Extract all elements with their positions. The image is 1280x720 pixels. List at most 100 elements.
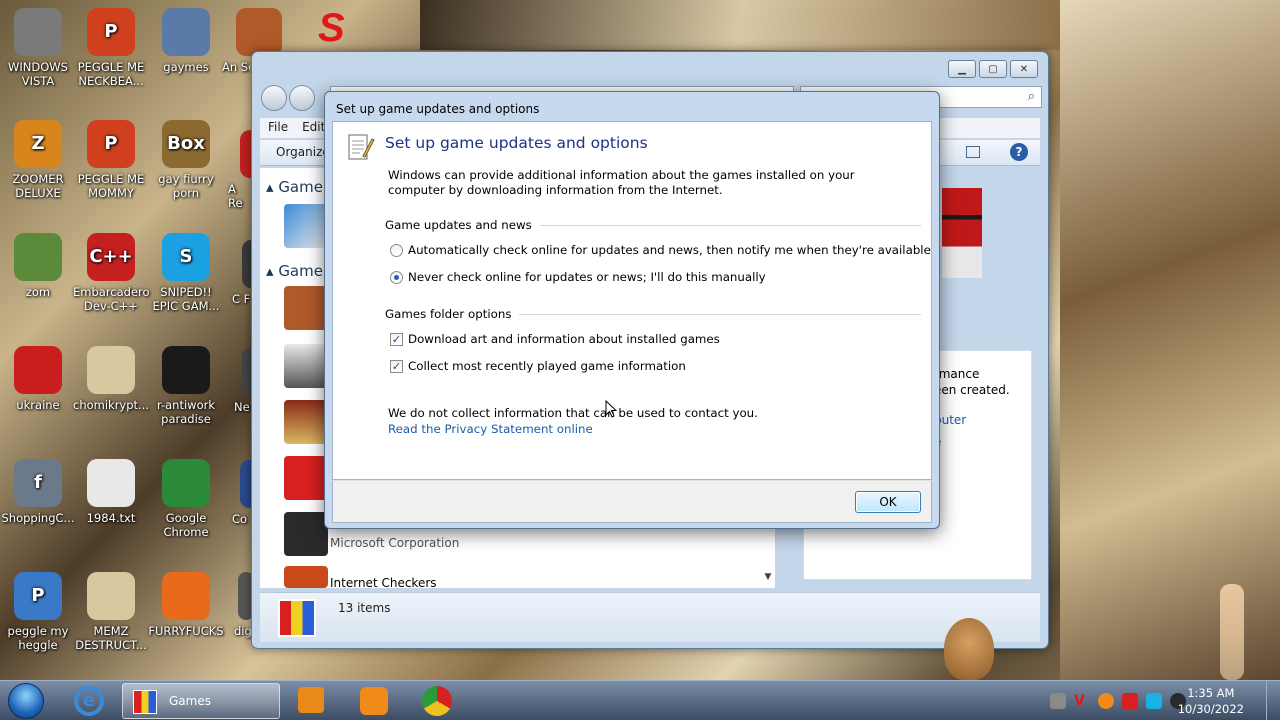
desktop-icon[interactable]: zom	[0, 233, 76, 299]
radio-never-label: Never check online for updates or news; …	[408, 270, 766, 284]
desktop-icon-image	[87, 346, 135, 394]
desktop-icon-label: peggle my heggle	[7, 624, 69, 652]
game-icon-chess[interactable]	[284, 344, 328, 388]
tray-icon[interactable]	[1098, 693, 1114, 709]
checkbox[interactable]: ✓	[390, 359, 403, 373]
desktop-icon-label: MEMZ DESTRUCT...	[75, 624, 147, 652]
back-button[interactable]	[261, 85, 287, 111]
group-header-games[interactable]: ▴ Games	[266, 262, 331, 280]
window-controls: ▁ ▢ ✕	[948, 60, 1038, 78]
desktop-icon[interactable]: gaymes	[148, 8, 224, 74]
publisher-label: Microsoft Corporation	[330, 536, 460, 550]
privacy-statement-link[interactable]: Read the Privacy Statement online	[388, 422, 593, 436]
internet-explorer-icon[interactable]: e	[74, 686, 104, 716]
desktop-icon-partial[interactable]: dig	[234, 572, 254, 638]
desktop-icon-image: f	[14, 459, 62, 507]
desktop-icon-image	[162, 572, 210, 620]
tray-icon[interactable]	[1146, 693, 1162, 709]
desktop-icon-partial[interactable]: Co	[232, 460, 258, 526]
hamster-mascot	[944, 618, 994, 680]
speed-s-logo[interactable]: S	[318, 6, 345, 51]
minimize-button[interactable]: ▁	[948, 60, 976, 78]
desktop-icon-label: FURRYFUCKS	[148, 624, 224, 638]
desktop-icon-image	[14, 233, 62, 281]
desktop-icon[interactable]: 1984.txt	[73, 459, 149, 525]
desktop-icon[interactable]: P PEGGLE ME NECKBEA...	[73, 8, 149, 88]
desktop-icon[interactable]: Ppeggle my heggle	[0, 572, 76, 652]
checkbox-collect-recent[interactable]: ✓ Collect most recently played game info…	[390, 359, 686, 373]
game-icon-backgammon[interactable]	[284, 512, 328, 556]
desktop-icon-label: Embarcadero Dev-C++	[73, 285, 150, 313]
divider	[519, 313, 921, 315]
desktop-icon-image	[14, 8, 62, 56]
desktop-icon-image: C++	[87, 233, 135, 281]
media-player-icon[interactable]	[298, 687, 324, 713]
desktop-icon-partial[interactable]: A Re	[228, 130, 260, 210]
dialog-body: Set up game updates and options Windows …	[332, 121, 932, 480]
desktop-icon-image: P	[87, 8, 135, 56]
desktop-icon-label: PEGGLE ME MOMMY	[77, 172, 145, 200]
desktop-icon[interactable]: C++ Embarcadero Dev-C++	[73, 233, 150, 313]
status-bar: 13 items	[260, 592, 1040, 642]
section-updates: Game updates and news	[385, 218, 921, 232]
uc-browser-icon[interactable]	[360, 687, 388, 715]
desktop-icon-label: ZOOMER DELUXE	[12, 172, 64, 200]
radio-auto-check[interactable]: Automatically check online for updates a…	[390, 243, 931, 257]
clock-date: 10/30/2022	[1177, 702, 1244, 716]
desktop-icon[interactable]: Box gay fiurry porn	[148, 120, 224, 200]
radio-never-check[interactable]: Never check online for updates or news; …	[390, 270, 766, 284]
desktop-icon[interactable]: FURRYFUCKS	[148, 572, 224, 638]
game-icon-hearts[interactable]	[284, 456, 328, 500]
desktop-icon-label: ukraine	[16, 398, 60, 412]
organize-button[interactable]: Organize	[276, 145, 330, 159]
checkbox-collect-label: Collect most recently played game inform…	[408, 359, 686, 373]
desktop-icon[interactable]: WINDOWS VISTA	[0, 8, 76, 88]
tray-icon[interactable]	[1122, 693, 1138, 709]
dialog-footer: OK	[332, 480, 932, 523]
ok-button[interactable]: OK	[855, 491, 921, 513]
radio-button-selected[interactable]	[390, 270, 403, 284]
forward-button[interactable]	[289, 85, 315, 111]
start-button[interactable]	[8, 683, 44, 719]
desktop-icon-label: r-antiwork paradise	[156, 398, 215, 426]
maximize-button[interactable]: ▢	[979, 60, 1007, 78]
clock[interactable]: 1:35 AM 10/30/2022	[1178, 685, 1244, 717]
desktop-icon[interactable]: P PEGGLE ME MOMMY	[73, 120, 149, 200]
tray-icon[interactable]	[1050, 693, 1066, 709]
game-icon-checkers[interactable]	[284, 566, 328, 588]
settings-notepad-icon	[348, 134, 375, 160]
menu-file[interactable]: File	[268, 120, 288, 136]
chrome-icon[interactable]	[422, 686, 452, 716]
game-name-internet-checkers[interactable]: Internet Checkers	[330, 576, 437, 590]
desktop-icon[interactable]: ukraine	[0, 346, 76, 412]
desktop-icon[interactable]: Google Chrome	[148, 459, 224, 539]
show-desktop-button[interactable]	[1266, 681, 1280, 720]
help-icon[interactable]: ?	[1010, 143, 1028, 161]
desktop-icon-partial[interactable]: C F	[232, 240, 260, 306]
game-icon-seasons[interactable]	[284, 286, 328, 330]
desktop-icon[interactable]: chomikrypt...	[73, 346, 149, 412]
desktop-icon[interactable]: S SNIPED!! EPIC GAM...	[148, 233, 224, 313]
desktop-icon-label: ShoppingC...	[1, 511, 75, 525]
desktop-icon-label: gay fiurry porn	[158, 172, 214, 200]
game-icon-puzzle[interactable]	[284, 204, 328, 248]
desktop-icon-partial[interactable]: Ne	[234, 348, 258, 414]
view-toggle-icon[interactable]	[966, 146, 980, 158]
desktop-icon[interactable]: Z ZOOMER DELUXE	[0, 120, 76, 200]
tray-icon[interactable]: V	[1074, 693, 1090, 709]
group-header-game[interactable]: ▴ Game	[266, 178, 323, 196]
desktop-icon[interactable]: MEMZ DESTRUCT...	[73, 572, 149, 652]
game-icon-cards[interactable]	[284, 400, 328, 444]
scrollbar-down-arrow[interactable]: ▼	[761, 572, 775, 586]
menu-edit[interactable]: Edit	[302, 120, 325, 136]
desktop-icon[interactable]: f ShoppingC...	[0, 459, 76, 525]
taskbar-button-games[interactable]: Games	[122, 683, 280, 719]
checkbox-download-art[interactable]: ✓ Download art and information about ins…	[390, 332, 720, 346]
radio-button[interactable]	[390, 243, 403, 257]
close-button[interactable]: ✕	[1010, 60, 1038, 78]
rubiks-cube-preview	[942, 188, 982, 278]
desktop-icon[interactable]: r-antiwork paradise	[148, 346, 224, 426]
details-text: een created.	[934, 383, 1010, 397]
checkbox[interactable]: ✓	[390, 332, 403, 346]
games-taskbar-icon	[133, 690, 157, 714]
